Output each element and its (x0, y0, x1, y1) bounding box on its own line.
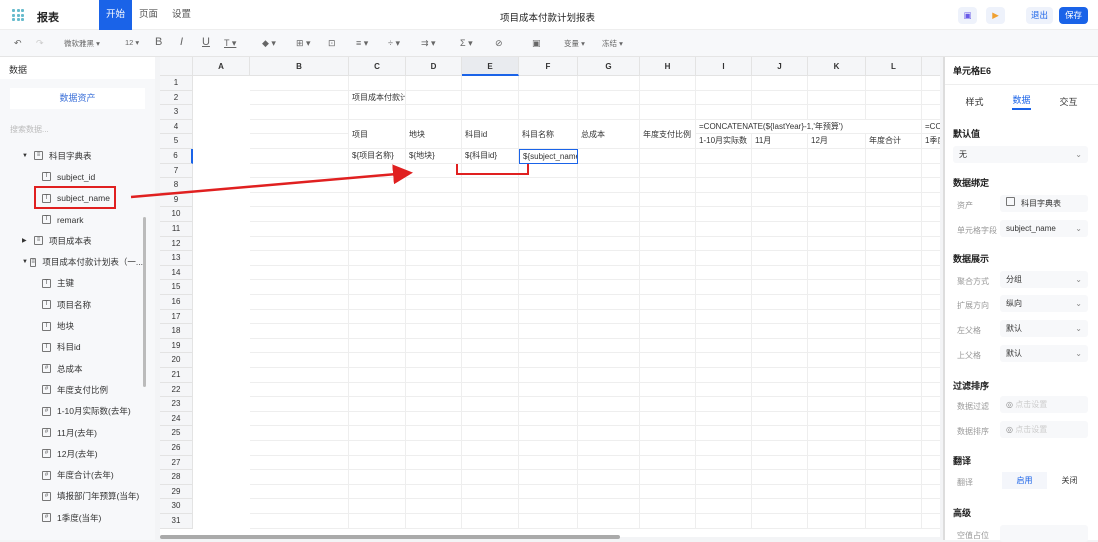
cell-C4[interactable]: 地块 (406, 119, 462, 149)
cell-H4[interactable]: =CONCATENATE(${lastYear}-1,'年预算') (696, 119, 922, 135)
cell-F4[interactable]: 总成本 (578, 119, 640, 149)
cell-B2[interactable]: 项目成本付款计划表 (349, 90, 406, 106)
cell-L4[interactable]: =CONCATENATE(${lastYear},'年预算') (922, 119, 940, 135)
cell-C6[interactable]: ${地块} (406, 149, 462, 164)
cell-D6[interactable]: ${科目id} (462, 149, 519, 164)
cell-I5[interactable]: 11月 (752, 134, 808, 149)
cell-E6[interactable]: ${subject_name} (519, 149, 578, 164)
cell-L5[interactable]: 1季度 (922, 134, 940, 149)
cell-G4[interactable]: 年度支付比例 (640, 119, 696, 149)
cell-K5[interactable]: 年度合计 (866, 134, 922, 149)
cell-B6[interactable]: ${项目名称} (349, 149, 406, 164)
cell-J5[interactable]: 12月 (808, 134, 866, 149)
cell-D4[interactable]: 科目id (462, 119, 519, 149)
annotation-arrow (130, 164, 413, 199)
cell-B4[interactable]: 项目 (349, 119, 406, 149)
cell-E4[interactable]: 科目名称 (519, 119, 578, 149)
arrow-line (130, 164, 413, 199)
cell-H5[interactable]: 1-10月实际数 (696, 134, 752, 149)
